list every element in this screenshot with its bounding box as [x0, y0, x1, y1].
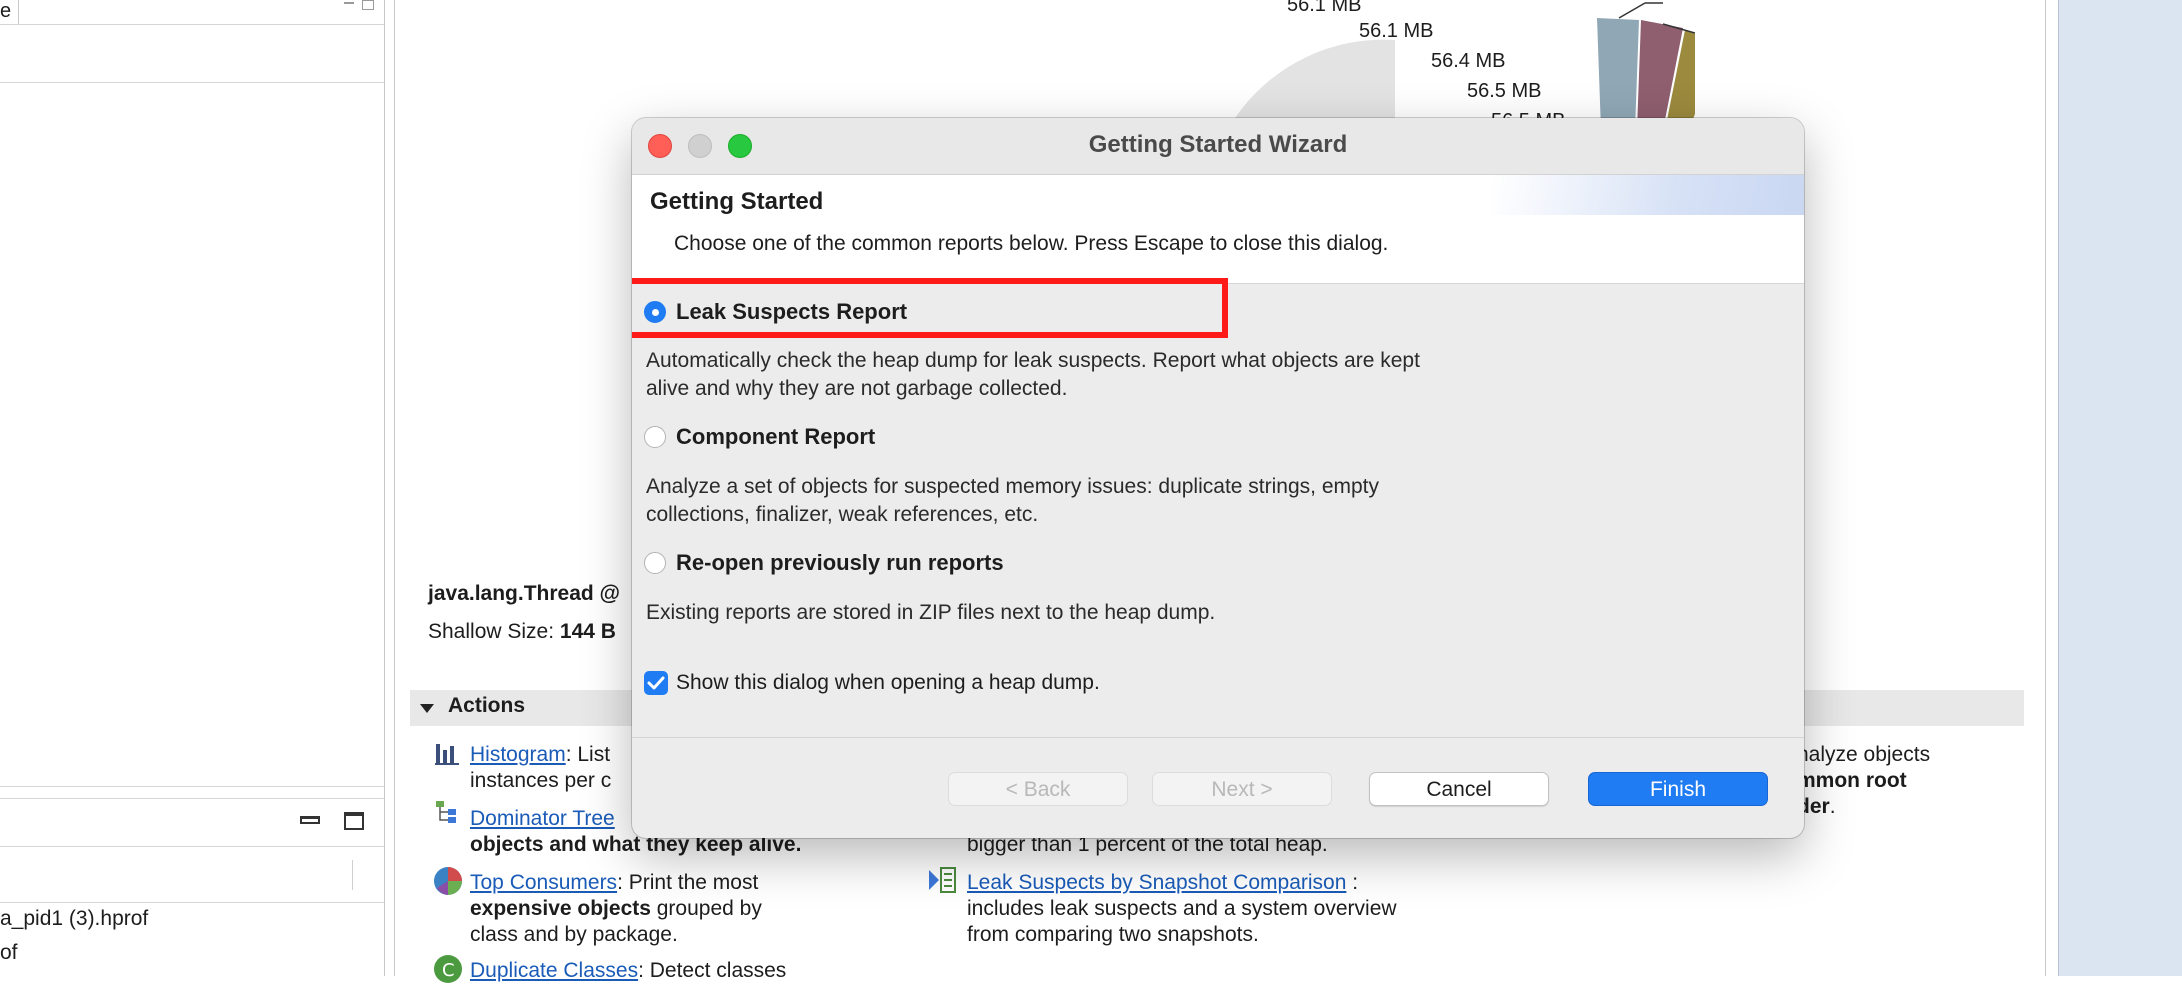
pie-label: 56.5 MB [1467, 80, 1542, 102]
histogram-link[interactable]: Histogram [470, 743, 566, 766]
maximize-icon[interactable] [362, 0, 374, 10]
button-bar-divider [632, 737, 1804, 738]
dialog-header-area: Getting Started Choose one of the common… [632, 175, 1804, 284]
top-consumers-icon [434, 867, 462, 895]
divider [0, 24, 384, 25]
header-banner-graphic [1492, 175, 1804, 215]
dialog-subheading: Choose one of the common reports below. … [674, 232, 1389, 255]
column-header-fragment: e [0, 0, 12, 22]
show-dialog-checkbox-label[interactable]: Show this dialog when opening a heap dum… [676, 671, 1100, 695]
divider [0, 798, 384, 799]
action-top-consumers: Top Consumers: Print the most expensive … [470, 871, 762, 946]
divider [0, 902, 384, 903]
snapshot-comparison-link[interactable]: Leak Suspects by Snapshot Comparison [967, 871, 1346, 894]
cancel-button[interactable]: Cancel [1369, 772, 1549, 806]
histogram-icon [435, 744, 459, 765]
divider [0, 786, 384, 787]
getting-started-dialog: Getting Started Wizard Getting Started C… [632, 118, 1804, 838]
dialog-heading: Getting Started [650, 188, 824, 215]
component-report-radio[interactable] [644, 426, 666, 448]
checkmark-icon [647, 676, 665, 690]
object-title: java.lang.Thread @ [428, 582, 621, 605]
maximize-icon[interactable] [344, 812, 364, 830]
actions-header-label: Actions [448, 694, 526, 717]
svg-text:C: C [442, 960, 455, 981]
pie-slice [1597, 18, 1639, 130]
reopen-reports-description: Existing reports are stored in ZIP files… [646, 601, 1216, 624]
duplicate-classes-link[interactable]: Duplicate Classes [470, 959, 638, 982]
action-histogram: Histogram: List instances per c [470, 743, 612, 792]
next-button[interactable]: Next > [1152, 772, 1332, 806]
divider [352, 860, 353, 890]
component-report-description: Analyze a set of objects for suspected m… [646, 475, 1380, 526]
duplicate-classes-icon: C [434, 955, 462, 983]
leak-suspects-label[interactable]: Leak Suspects Report [676, 299, 907, 325]
leak-suspects-description: Automatically check the heap dump for le… [646, 349, 1420, 400]
action-snapshot-comparison: Leak Suspects by Snapshot Comparison : i… [967, 871, 1397, 946]
right-side-panel [2058, 0, 2182, 976]
dominator-tree-icon [436, 801, 456, 823]
column-divider [18, 0, 19, 24]
minimize-icon[interactable] [344, 2, 354, 4]
pie-slice [1235, 39, 1395, 118]
left-panel: e a_pid1 (3).hprof of [0, 0, 385, 976]
top-consumers-link[interactable]: Top Consumers [470, 871, 617, 894]
pie-label: 56.1 MB [1287, 0, 1362, 16]
reopen-reports-radio[interactable] [644, 552, 666, 574]
show-dialog-checkbox[interactable] [644, 671, 668, 695]
divider [0, 846, 384, 847]
shallow-size: Shallow Size: 144 B [428, 620, 616, 644]
dominator-tree-link[interactable]: Dominator Tree [470, 807, 615, 830]
dialog-title: Getting Started Wizard [1088, 131, 1348, 158]
divider [0, 82, 384, 83]
finish-button[interactable]: Finish [1588, 772, 1768, 806]
back-button[interactable]: < Back [948, 772, 1128, 806]
component-report-label[interactable]: Component Report [676, 424, 875, 450]
pie-label: 56.4 MB [1431, 50, 1506, 72]
dialog-titlebar[interactable]: Getting Started Wizard [632, 118, 1804, 175]
leak-suspects-radio[interactable] [644, 301, 666, 323]
shallow-size-label: Shallow Size: [428, 620, 555, 643]
minimize-icon[interactable] [300, 816, 320, 824]
reopen-reports-label[interactable]: Re-open previously run reports [676, 550, 1004, 576]
right-description: nalyze objects mmon root der. [1797, 743, 1931, 818]
shallow-size-value: 144 B [559, 620, 616, 643]
collapse-triangle-icon[interactable] [420, 704, 434, 713]
snapshot-comparison-icon [929, 867, 956, 893]
file-item[interactable]: of [0, 941, 18, 965]
pie-label: 56.1 MB [1359, 20, 1434, 42]
action-duplicate-classes: Duplicate Classes: Detect classes [470, 959, 787, 982]
pie-chart [1235, 2, 1695, 130]
file-item[interactable]: a_pid1 (3).hprof [0, 907, 148, 931]
